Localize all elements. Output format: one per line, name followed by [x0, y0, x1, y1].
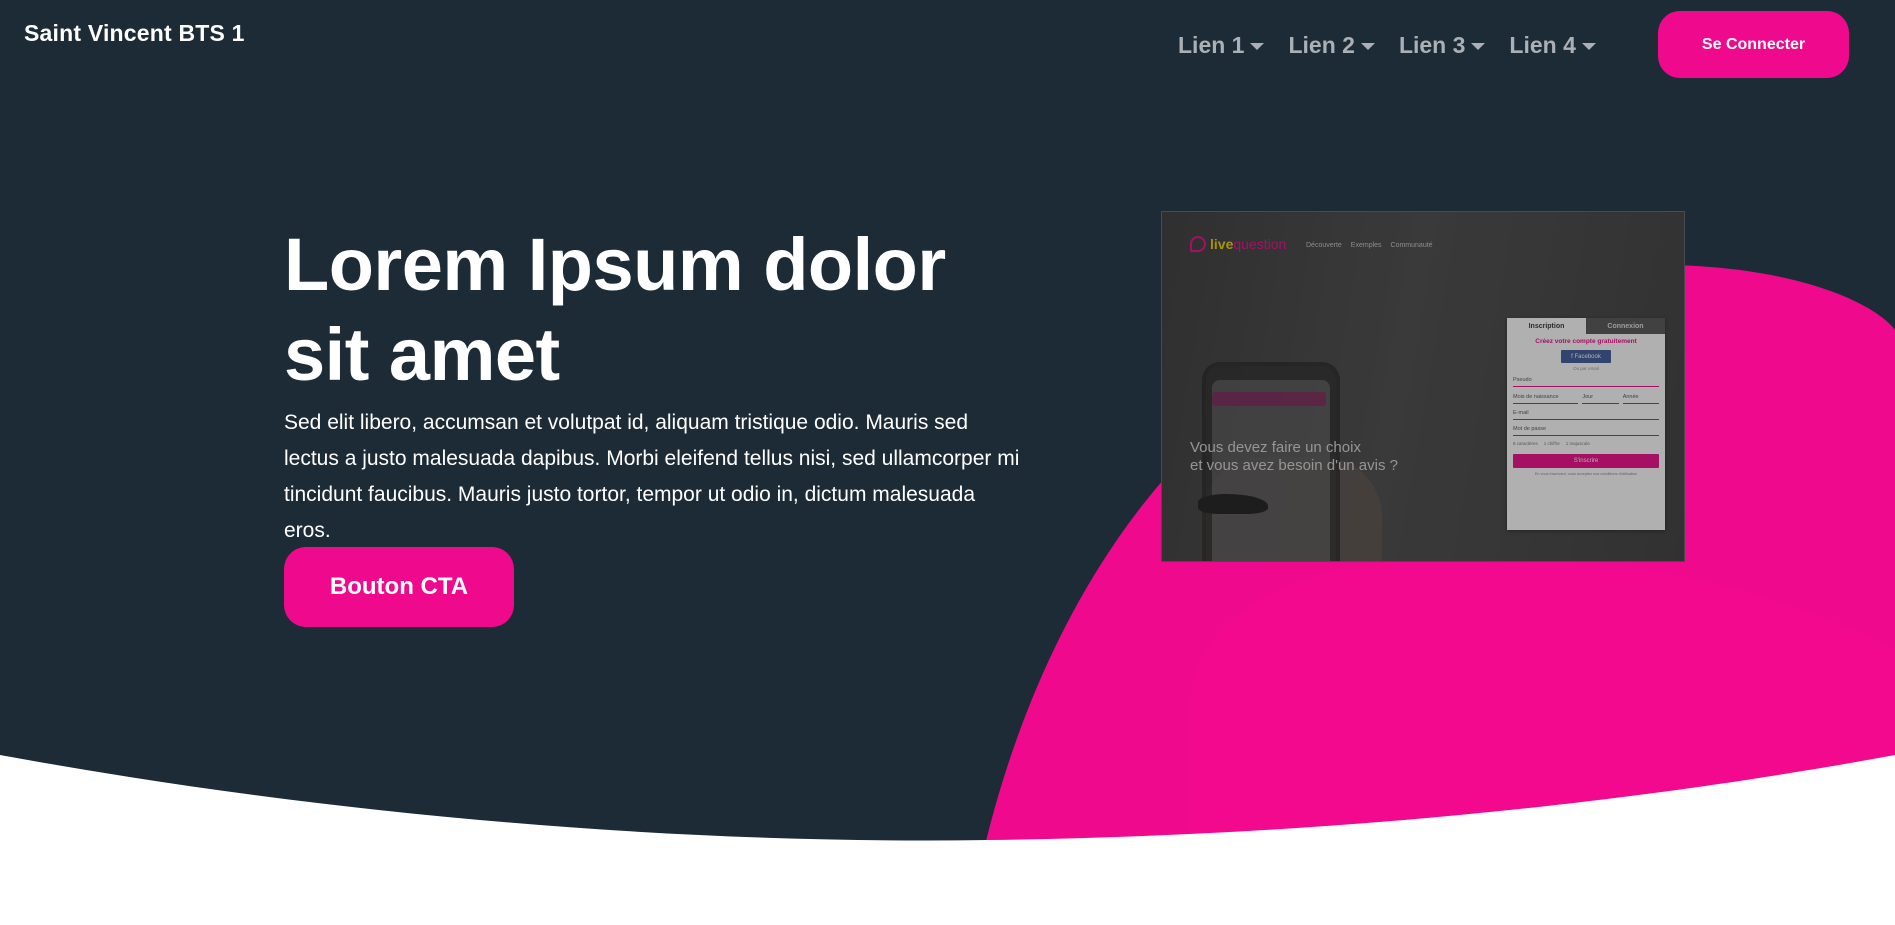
nav-item-label: Lien 1 [1178, 32, 1245, 58]
caret-down-icon [1471, 43, 1486, 50]
nav-item-lien-3[interactable]: Lien 3 [1398, 32, 1486, 59]
screenshot-link: Exemples [1350, 242, 1382, 249]
nav-item-lien-1[interactable]: Lien 1 [1178, 32, 1265, 59]
tagline-line-1: Vous devez faire un choix [1190, 439, 1361, 456]
caret-down-icon [1581, 43, 1596, 50]
tab-inscription: Inscription [1528, 322, 1565, 330]
nav-item-lien-4[interactable]: Lien 4 [1509, 32, 1596, 59]
form-legal: En vous inscrivant, vous acceptez nos co… [1534, 472, 1638, 476]
form-tabs: Inscription Connexion [1507, 318, 1665, 334]
speech-bubble-icon [1190, 236, 1206, 252]
screenshot-tagline: Vous devez faire un choix et vous avez b… [1190, 439, 1398, 475]
tab-connexion: Connexion [1586, 318, 1665, 334]
email-field: E-mail [1513, 408, 1659, 420]
nav-item-label: Lien 3 [1398, 32, 1466, 58]
pseudo-field: Pseudo [1513, 375, 1659, 387]
form-heading: Créez votre compte gratuitement [1535, 338, 1637, 345]
cta-button[interactable]: Bouton CTA [284, 547, 514, 627]
birth-row: Mois de naissance Jour Année [1513, 392, 1659, 404]
nav-item-label: Lien 4 [1509, 32, 1576, 58]
app-screenshot: live question Découverte Exemples Commun… [1161, 211, 1685, 562]
password-rules: 8 caractères 1 chiffre 1 majuscule [1513, 441, 1659, 446]
year-field: Année [1622, 392, 1659, 404]
hero-description: Sed elit libero, accumsan et volutpat id… [284, 411, 1020, 542]
login-button[interactable]: Se Connecter [1658, 11, 1849, 78]
password-field: Mot de passe [1513, 424, 1659, 436]
day-field: Jour [1582, 392, 1619, 404]
livequestion-logo: live question [1190, 236, 1286, 252]
nav-item-label: Lien 2 [1288, 32, 1355, 58]
caret-down-icon [1360, 43, 1375, 50]
password-rule: 1 majuscule [1565, 441, 1590, 446]
brand-title[interactable]: Saint Vincent BTS 1 [24, 20, 245, 47]
screenshot-link: Découverte [1306, 242, 1342, 249]
screenshot-nav: Découverte Exemples Communauté [1306, 242, 1433, 249]
tagline-line-2: et vous avez besoin d'un avis ? [1190, 457, 1398, 474]
signup-form-card: Inscription Connexion Créez votre compte… [1507, 318, 1665, 530]
main-nav: Lien 1 Lien 2 Lien 3 Lien 4 [1178, 32, 1596, 59]
caret-down-icon [1250, 43, 1265, 50]
password-rule: 8 caractères [1513, 441, 1538, 446]
logo-question: question [1233, 236, 1287, 252]
phone-app-bar [1212, 392, 1326, 406]
hero-title: Lorem Ipsum dolor sit amet [284, 223, 946, 396]
birth-month-field: Mois de naissance [1513, 392, 1579, 404]
signup-submit: S'inscrire [1513, 454, 1659, 468]
logo-live: live [1210, 236, 1234, 252]
password-rule: 1 chiffre [1543, 441, 1560, 446]
nav-item-lien-2[interactable]: Lien 2 [1288, 32, 1375, 59]
screenshot-link: Communauté [1390, 242, 1433, 249]
form-or-email: Ou par email [1573, 366, 1599, 371]
facebook-button: f Facebook [1561, 350, 1611, 363]
